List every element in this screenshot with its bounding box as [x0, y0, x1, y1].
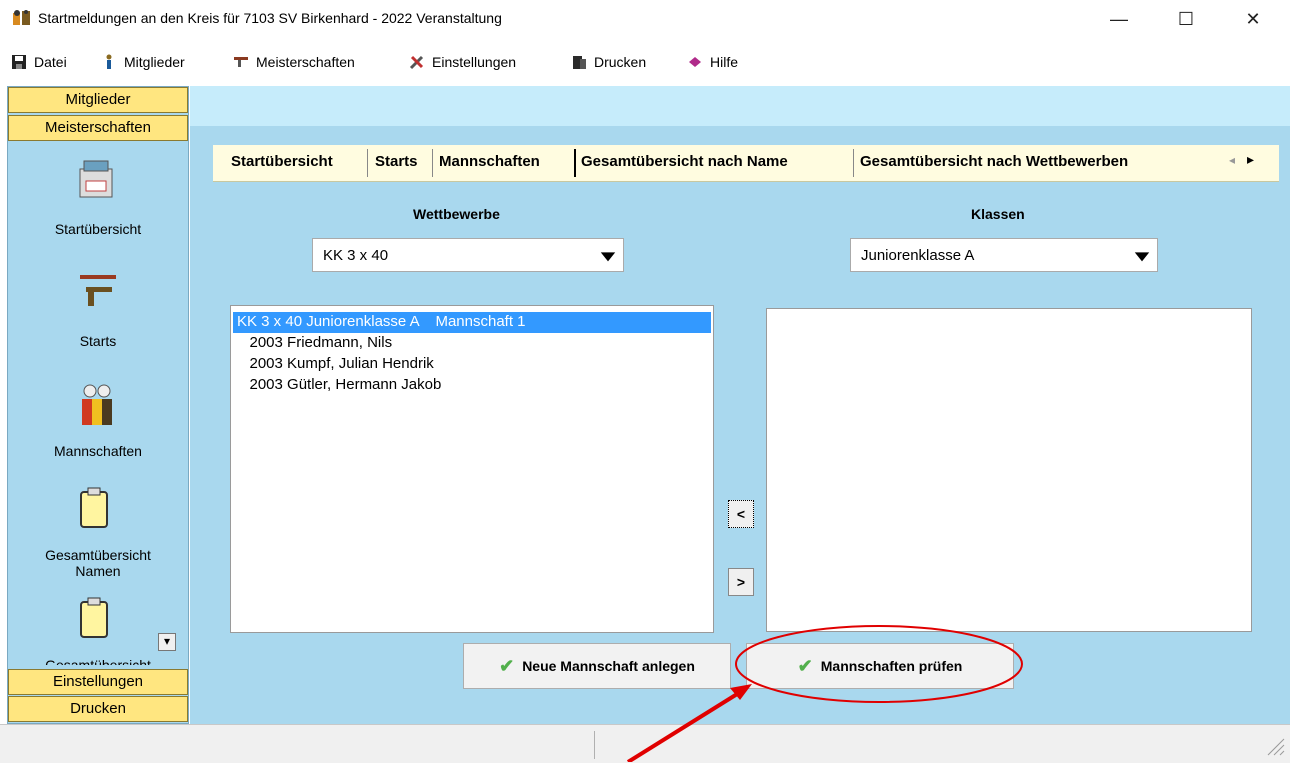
person-icon [106, 54, 112, 69]
sidebar-tab-meisterschaften[interactable]: Meisterschaften [8, 115, 188, 141]
sidebar-item-startuebersicht[interactable]: Startübersicht [8, 221, 188, 237]
available-shooters-list[interactable] [766, 308, 1252, 632]
menu-meisterschaften[interactable]: Meisterschaften [232, 50, 355, 74]
move-left-button[interactable]: < [728, 500, 754, 528]
menu-bar: Datei Mitglieder Meisterschaften Einstel… [0, 42, 1290, 84]
menu-label: Einstellungen [432, 54, 517, 70]
chevron-down-icon[interactable] [599, 247, 617, 265]
menu-label: Hilfe [710, 54, 739, 70]
menu-label: Mitglieder [124, 54, 185, 70]
help-book-icon [689, 57, 701, 67]
maximize-button[interactable]: ☐ [1163, 0, 1209, 38]
sidebar-tab-drucken[interactable]: Drucken [8, 696, 188, 722]
tab-scroll-right-icon[interactable]: ▸ [1247, 151, 1254, 168]
sidebar-item-gesamtuebersicht[interactable]: Gesamtübersicht [8, 655, 188, 665]
status-divider [594, 731, 595, 759]
new-team-button[interactable]: ✔ Neue Mannschaft anlegen [463, 643, 731, 689]
menu-label: Drucken [594, 54, 647, 70]
checkmark-icon: ✔ [499, 655, 515, 676]
check-teams-button[interactable]: ✔ Mannschaften prüfen [746, 643, 1014, 689]
sidebar-scroll-down-button[interactable]: ▾ [158, 633, 176, 651]
close-button[interactable]: ✕ [1230, 0, 1276, 38]
tab-gesamtuebersicht-wettbewerben[interactable]: Gesamtübersicht nach Wettbewerben [860, 153, 1128, 170]
checkmark-icon: ✔ [797, 655, 813, 676]
move-right-button[interactable]: > [728, 568, 754, 596]
klassen-value: Juniorenklasse A [861, 247, 975, 264]
menu-datei[interactable]: Datei [10, 50, 67, 74]
tab-divider [853, 149, 854, 177]
tab-starts[interactable]: Starts [375, 153, 418, 170]
menu-label: Datei [34, 54, 67, 70]
sidebar-tab-mitglieder[interactable]: Mitglieder [8, 87, 188, 113]
tab-gesamtuebersicht-name[interactable]: Gesamtübersicht nach Name [581, 153, 788, 170]
title-bar: Startmeldungen an den Kreis für 7103 SV … [0, 0, 1290, 38]
app-icon [13, 10, 30, 25]
sidebar-item-starts[interactable]: Starts [8, 333, 188, 349]
clipboard-icon[interactable] [78, 597, 110, 639]
menu-mitglieder[interactable]: Mitglieder [100, 50, 185, 74]
menu-label: Meisterschaften [256, 54, 355, 70]
klassen-select[interactable]: Juniorenklasse A [850, 238, 1158, 272]
wettbewerbe-select[interactable]: KK 3 x 40 [312, 238, 624, 272]
sidebar-item-gesamtuebersicht-namen[interactable]: Gesamtübersicht Namen [8, 547, 188, 579]
save-icon [12, 55, 26, 69]
chevron-down-icon[interactable] [1133, 247, 1151, 265]
list-item[interactable]: 2003 Kumpf, Julian Hendrik [237, 355, 434, 372]
sidebar-item-mannschaften[interactable]: Mannschaften [8, 443, 188, 459]
check-teams-button-label: Mannschaften prüfen [820, 658, 963, 674]
minimize-button[interactable]: — [1096, 0, 1142, 38]
tab-divider [574, 149, 576, 177]
list-item[interactable]: 2003 Gütler, Hermann Jakob [237, 376, 442, 393]
clipboard-icon[interactable] [78, 487, 110, 529]
tab-divider [432, 149, 433, 177]
gun-icon [234, 57, 248, 67]
cabinet-icon[interactable] [78, 159, 114, 199]
window-title: Startmeldungen an den Kreis für 7103 SV … [38, 10, 502, 26]
resize-grip-icon[interactable] [1264, 735, 1286, 757]
tab-divider [367, 149, 368, 177]
menu-drucken[interactable]: Drucken [570, 50, 646, 74]
main-top-band [190, 86, 1290, 126]
wettbewerbe-label: Wettbewerbe [413, 206, 500, 222]
team-list[interactable]: KK 3 x 40 Juniorenklasse A Mannschaft 1 … [230, 305, 714, 633]
tab-strip: Startübersicht Starts Mannschaften Gesam… [213, 145, 1279, 182]
status-bar [0, 724, 1290, 763]
tab-scroll-left-icon[interactable]: ◂ [1229, 153, 1235, 167]
list-item-team[interactable]: KK 3 x 40 Juniorenklasse A Mannschaft 1 [237, 313, 526, 330]
printer-icon [573, 56, 586, 69]
new-team-button-label: Neue Mannschaft anlegen [522, 658, 695, 674]
menu-hilfe[interactable]: Hilfe [686, 50, 738, 74]
team-icon[interactable] [78, 383, 118, 429]
tab-mannschaften[interactable]: Mannschaften [439, 153, 540, 170]
list-item[interactable]: 2003 Friedmann, Nils [237, 334, 393, 351]
menu-einstellungen[interactable]: Einstellungen [408, 50, 516, 74]
sidebar: Mitglieder Meisterschaften Startübersich… [7, 86, 189, 724]
sidebar-tab-einstellungen[interactable]: Einstellungen [8, 669, 188, 695]
klassen-label: Klassen [971, 206, 1025, 222]
tools-icon [409, 55, 424, 70]
tab-startuebersicht[interactable]: Startübersicht [231, 153, 333, 170]
wettbewerbe-value: KK 3 x 40 [323, 247, 389, 264]
rifle-pistol-icon[interactable] [78, 271, 118, 311]
